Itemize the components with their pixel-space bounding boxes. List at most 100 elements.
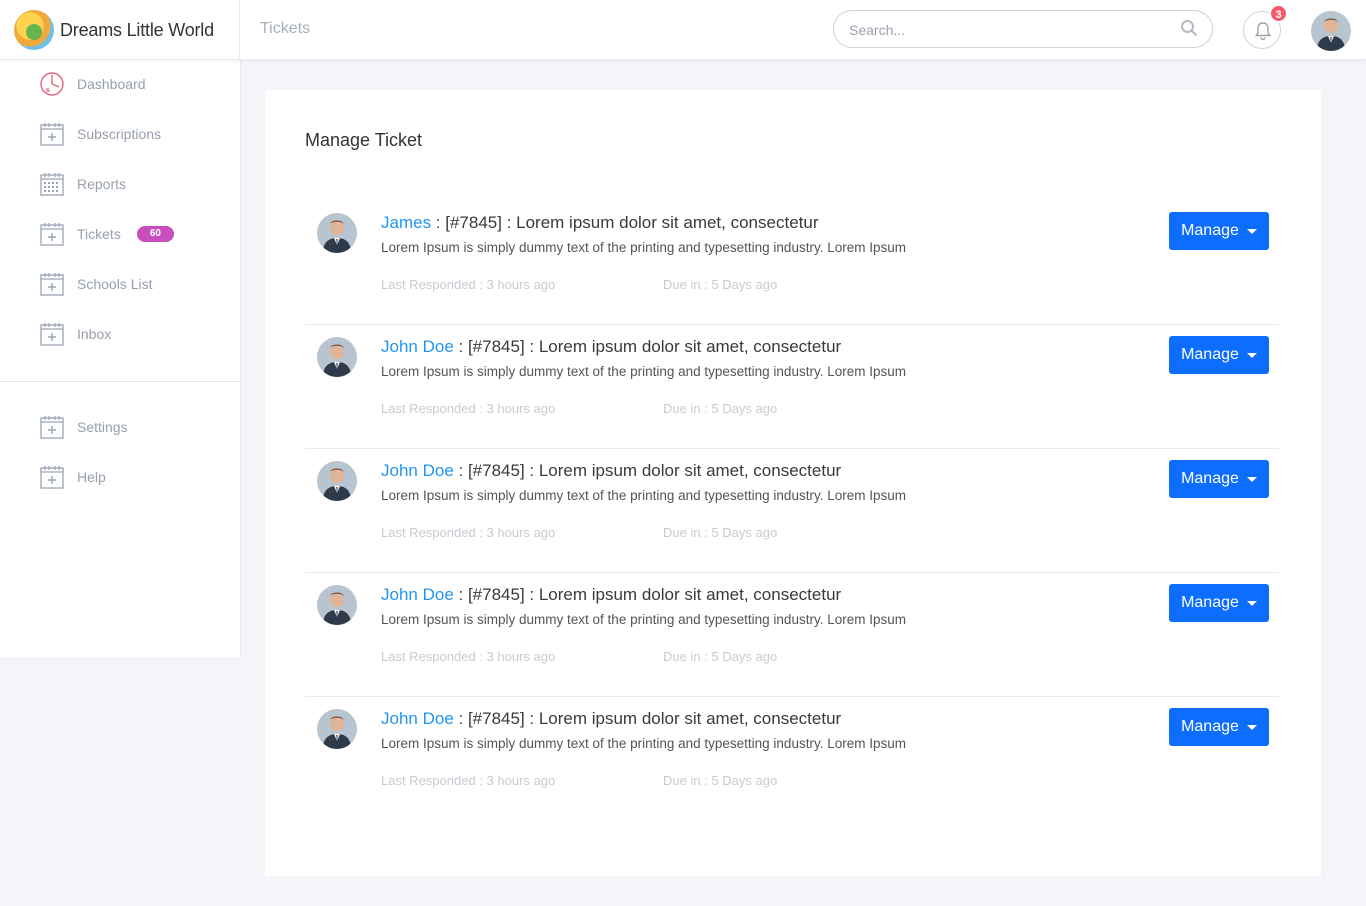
top-header: Dreams Little World Tickets 3 <box>0 0 1366 60</box>
ticket-avatar <box>317 213 357 253</box>
ticket-heading: John Doe : [#7845] : Lorem ipsum dolor s… <box>381 461 841 481</box>
ticket-due: Due in : 5 Days ago <box>663 401 778 416</box>
ticket-description: Lorem Ipsum is simply dummy text of the … <box>381 488 906 503</box>
ticket-description: Lorem Ipsum is simply dummy text of the … <box>381 736 906 751</box>
manage-button-label: Manage <box>1181 222 1239 239</box>
user-avatar[interactable] <box>1311 11 1351 51</box>
sidebar-item-tickets[interactable]: Tickets 60 <box>0 214 240 254</box>
ticket-due: Due in : 5 Days ago <box>663 773 778 788</box>
search-box[interactable] <box>833 10 1213 48</box>
ticket-heading: John Doe : [#7845] : Lorem ipsum dolor s… <box>381 709 841 729</box>
brand-name: Dreams Little World <box>60 19 214 40</box>
ticket-avatar <box>317 709 357 749</box>
ticket-author-link[interactable]: John Doe <box>381 461 454 480</box>
sidebar-item-label: Dashboard <box>77 76 146 92</box>
sidebar-item-help[interactable]: Help <box>0 457 240 497</box>
sidebar-item-label: Tickets <box>77 226 121 242</box>
sidebar-item-label: Settings <box>77 419 128 435</box>
ticket-avatar <box>317 585 357 625</box>
breadcrumb: Tickets <box>260 20 311 37</box>
ticket-avatar <box>317 461 357 501</box>
manage-button[interactable]: Manage <box>1169 708 1269 746</box>
ticket-author-link[interactable]: James <box>381 213 431 232</box>
ticket-author-link[interactable]: John Doe <box>381 709 454 728</box>
manage-button-label: Manage <box>1181 470 1239 487</box>
ticket-last-responded: Last Responded : 3 hours ago <box>381 401 556 416</box>
sidebar-item-label: Reports <box>77 176 127 192</box>
sidebar-item-label: Schools List <box>77 276 153 292</box>
ticket-subject: [#7845] : Lorem ipsum dolor sit amet, co… <box>467 585 842 604</box>
brand-logo <box>14 10 54 50</box>
caret-down-icon <box>1246 353 1257 358</box>
calendar-plus-icon <box>40 273 64 296</box>
sidebar-item-dashboard[interactable]: Dashboard <box>0 64 240 104</box>
avatar-image <box>317 461 357 501</box>
ticket-last-responded: Last Responded : 3 hours ago <box>381 277 556 292</box>
avatar-image <box>1311 11 1351 51</box>
ticket-separator: : <box>453 337 468 356</box>
ticket-separator: : <box>431 213 446 232</box>
ticket-item: James : [#7845] : Lorem ipsum dolor sit … <box>305 200 1279 324</box>
avatar-image <box>317 585 357 625</box>
ticket-subject: [#7845] : Lorem ipsum dolor sit amet, co… <box>445 213 819 232</box>
ticket-heading: James : [#7845] : Lorem ipsum dolor sit … <box>381 213 819 233</box>
ticket-last-responded: Last Responded : 3 hours ago <box>381 649 556 664</box>
ticket-description: Lorem Ipsum is simply dummy text of the … <box>381 612 906 627</box>
avatar-image <box>317 709 357 749</box>
ticket-avatar <box>317 337 357 377</box>
calendar-grid-icon <box>40 173 64 196</box>
caret-down-icon <box>1246 477 1257 482</box>
ticket-subject: [#7845] : Lorem ipsum dolor sit amet, co… <box>467 461 842 480</box>
calendar-plus-icon <box>40 323 64 346</box>
ticket-separator: : <box>453 461 468 480</box>
caret-down-icon <box>1246 725 1257 730</box>
sidebar-item-label: Inbox <box>77 326 112 342</box>
sidebar-item-reports[interactable]: Reports <box>0 164 240 204</box>
search-icon[interactable] <box>1180 19 1198 37</box>
calendar-plus-icon <box>40 416 64 439</box>
ticket-due: Due in : 5 Days ago <box>663 525 778 540</box>
ticket-last-responded: Last Responded : 3 hours ago <box>381 773 556 788</box>
manage-button[interactable]: Manage <box>1169 460 1269 498</box>
ticket-item: John Doe : [#7845] : Lorem ipsum dolor s… <box>305 324 1279 448</box>
ticket-separator: : <box>453 709 468 728</box>
brand[interactable]: Dreams Little World <box>0 0 240 60</box>
manage-button-label: Manage <box>1181 718 1239 735</box>
manage-button[interactable]: Manage <box>1169 212 1269 250</box>
ticket-heading: John Doe : [#7845] : Lorem ipsum dolor s… <box>381 585 841 605</box>
caret-down-icon <box>1246 601 1257 606</box>
calendar-plus-icon <box>40 223 64 246</box>
ticket-item: John Doe : [#7845] : Lorem ipsum dolor s… <box>305 572 1279 696</box>
ticket-due: Due in : 5 Days ago <box>663 649 778 664</box>
sidebar-item-label: Subscriptions <box>77 126 162 142</box>
sidebar-item-inbox[interactable]: Inbox <box>0 314 240 354</box>
avatar-image <box>317 213 357 253</box>
manage-button[interactable]: Manage <box>1169 336 1269 374</box>
ticket-description: Lorem Ipsum is simply dummy text of the … <box>381 364 906 379</box>
ticket-separator: : <box>453 585 468 604</box>
sidebar-item-settings[interactable]: Settings <box>0 407 240 447</box>
ticket-author-link[interactable]: John Doe <box>381 585 454 604</box>
sidebar-item-label: Help <box>77 469 106 485</box>
manage-button[interactable]: Manage <box>1169 584 1269 622</box>
ticket-description: Lorem Ipsum is simply dummy text of the … <box>381 240 906 255</box>
calendar-plus-icon <box>40 466 64 489</box>
sidebar: Dashboard Subscriptions Reports Tickets … <box>0 60 241 657</box>
ticket-author-link[interactable]: John Doe <box>381 337 454 356</box>
notifications-button[interactable]: 3 <box>1243 4 1288 49</box>
tickets-count-badge: 60 <box>136 226 174 242</box>
avatar-image <box>317 337 357 377</box>
search-input[interactable] <box>849 20 1169 40</box>
caret-down-icon <box>1246 229 1257 234</box>
ticket-item: John Doe : [#7845] : Lorem ipsum dolor s… <box>305 696 1279 820</box>
sidebar-divider <box>0 381 240 382</box>
sidebar-item-subscriptions[interactable]: Subscriptions <box>0 114 240 154</box>
bell-icon <box>1255 22 1271 41</box>
sidebar-item-schools-list[interactable]: Schools List <box>0 264 240 304</box>
manage-button-label: Manage <box>1181 346 1239 363</box>
ticket-item: John Doe : [#7845] : Lorem ipsum dolor s… <box>305 448 1279 572</box>
ticket-due: Due in : 5 Days ago <box>663 277 778 292</box>
calendar-plus-icon <box>40 123 64 146</box>
dashboard-icon <box>40 72 64 96</box>
notification-count-badge: 3 <box>1269 4 1288 23</box>
